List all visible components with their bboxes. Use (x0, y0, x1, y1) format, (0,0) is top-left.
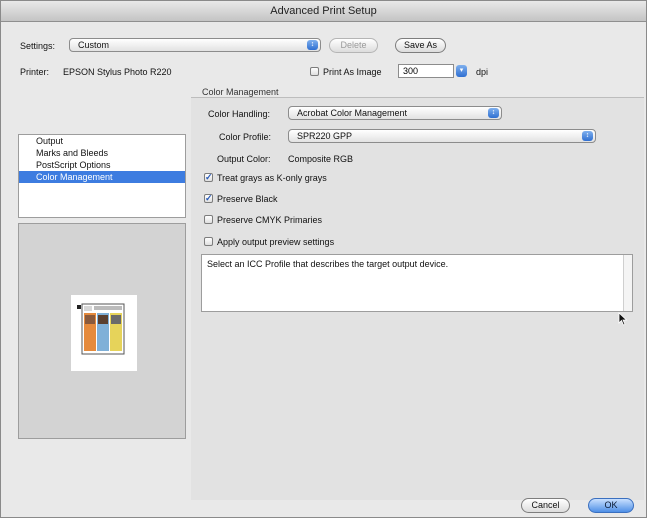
color-profile-value: SPR220 GPP (297, 131, 353, 141)
printer-label: Printer: (20, 67, 50, 77)
preserve-black-label: Preserve Black (217, 194, 278, 204)
mouse-pointer-icon (618, 312, 628, 326)
popup-arrows-icon: ↕ (307, 40, 318, 50)
color-handling-label: Color Handling: (208, 109, 271, 119)
sidebar-item-output[interactable]: Output (19, 135, 185, 147)
popup-arrows-icon: ↕ (488, 108, 499, 118)
color-handling-value: Acrobat Color Management (297, 108, 408, 118)
cancel-button[interactable]: Cancel (521, 498, 570, 513)
print-as-image-checkbox[interactable] (310, 67, 319, 76)
color-profile-popup[interactable]: SPR220 GPP ↕ (288, 129, 596, 143)
dpi-unit-label: dpi (476, 67, 489, 77)
apply-preview-label: Apply output preview settings (217, 237, 335, 247)
ok-button[interactable]: OK (588, 498, 634, 513)
dpi-input[interactable] (398, 64, 454, 78)
treat-grays-checkbox[interactable]: ✓ (204, 173, 213, 182)
section-list: Output Marks and Bleeds PostScript Optio… (18, 134, 186, 218)
page-thumbnail-image (77, 303, 125, 355)
color-profile-label: Color Profile: (219, 132, 272, 142)
sidebar-item-postscript-options[interactable]: PostScript Options (19, 159, 185, 171)
color-handling-popup[interactable]: Acrobat Color Management ↕ (288, 106, 502, 120)
output-color-value: Composite RGB (288, 154, 354, 164)
page-preview (18, 223, 186, 439)
description-text: Select an ICC Profile that describes the… (207, 259, 449, 269)
preserve-cmyk-label: Preserve CMYK Primaries (217, 215, 323, 225)
delete-button[interactable]: Delete (329, 38, 378, 53)
sidebar-item-marks-and-bleeds[interactable]: Marks and Bleeds (19, 147, 185, 159)
settings-value: Custom (78, 40, 110, 50)
treat-grays-label: Treat grays as K-only grays (217, 173, 327, 183)
sidebar-item-color-management[interactable]: Color Management (19, 171, 185, 183)
preserve-cmyk-checkbox[interactable] (204, 215, 213, 224)
description-scrollbar[interactable] (623, 255, 632, 311)
popup-arrows-icon: ↕ (582, 131, 593, 141)
print-as-image-label: Print As Image (323, 67, 382, 77)
settings-popup[interactable]: Custom ↕ (69, 38, 321, 52)
preserve-black-checkbox[interactable]: ✓ (204, 194, 213, 203)
advanced-print-setup-dialog: Advanced Print Setup Settings: Custom ↕ … (0, 0, 647, 518)
description-box: Select an ICC Profile that describes the… (201, 254, 633, 312)
output-color-label: Output Color: (217, 154, 271, 164)
section-title: Color Management (202, 87, 279, 97)
dpi-dropdown-arrow-icon[interactable]: ▾ (456, 65, 467, 77)
save-as-button[interactable]: Save As (395, 38, 446, 53)
window-title: Advanced Print Setup (1, 1, 646, 22)
page-thumbnail (71, 295, 137, 371)
apply-preview-checkbox[interactable] (204, 237, 213, 246)
printer-name: EPSON Stylus Photo R220 (63, 67, 172, 77)
settings-label: Settings: (20, 41, 56, 51)
